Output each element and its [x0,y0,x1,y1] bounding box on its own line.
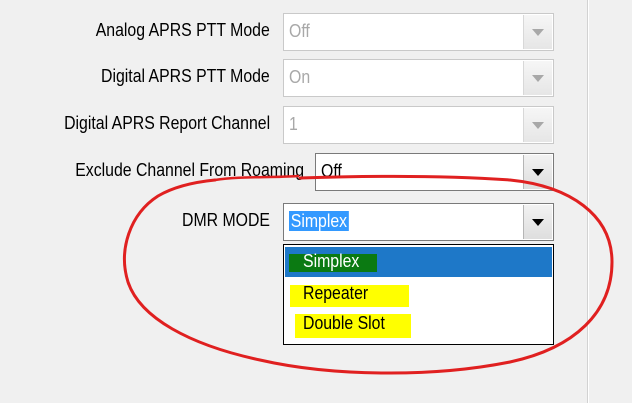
digital-aprs-ptt-mode-value: On [289,67,311,87]
exclude-channel-from-roaming-select[interactable]: Off [315,153,554,191]
dmr-mode-label: DMR MODE [182,210,270,230]
dropdown-option-label: Simplex [303,251,360,271]
channel-settings-panel: Analog APRS PTT Mode Off Digital APRS PT… [0,0,632,403]
panel-divider-highlight [588,0,589,403]
dmr-mode-selected-text: Simplex [289,211,349,231]
dmr-mode-dropdown-list: Simplex Repeater Double Slot [283,244,554,345]
exclude-channel-from-roaming-value: Off [321,161,342,181]
digital-aprs-ptt-mode-dropdown-button[interactable] [523,61,552,95]
dropdown-option-simplex[interactable]: Simplex [285,247,552,277]
digital-aprs-report-channel-select[interactable]: 1 [283,106,554,144]
dmr-mode-value: Simplex [289,211,349,232]
dropdown-option-label: Double Slot [303,313,385,333]
digital-aprs-ptt-mode-label: Digital APRS PTT Mode [101,66,270,86]
analog-aprs-ptt-mode-label: Analog APRS PTT Mode [95,20,270,40]
chevron-down-icon [532,74,544,82]
dmr-mode-dropdown-button[interactable] [523,205,552,239]
dmr-mode-select[interactable]: Simplex [283,203,554,241]
chevron-down-icon [532,218,544,226]
digital-aprs-ptt-mode-select[interactable]: On [283,59,554,97]
analog-aprs-ptt-mode-dropdown-button[interactable] [523,15,552,49]
exclude-channel-from-roaming-label: Exclude Channel From Roaming [75,160,304,180]
dropdown-option-repeater[interactable]: Repeater [285,279,552,309]
digital-aprs-report-channel-dropdown-button[interactable] [523,108,552,142]
chevron-down-icon [532,28,544,36]
dropdown-option-double-slot[interactable]: Double Slot [285,309,552,339]
chevron-down-icon [532,121,544,129]
digital-aprs-report-channel-label: Digital APRS Report Channel [63,113,270,133]
chevron-down-icon [532,168,544,176]
exclude-channel-from-roaming-dropdown-button[interactable] [523,155,552,189]
analog-aprs-ptt-mode-value: Off [289,21,310,41]
dropdown-option-label: Repeater [303,283,369,303]
analog-aprs-ptt-mode-select[interactable]: Off [283,13,554,51]
digital-aprs-report-channel-value: 1 [289,114,298,134]
